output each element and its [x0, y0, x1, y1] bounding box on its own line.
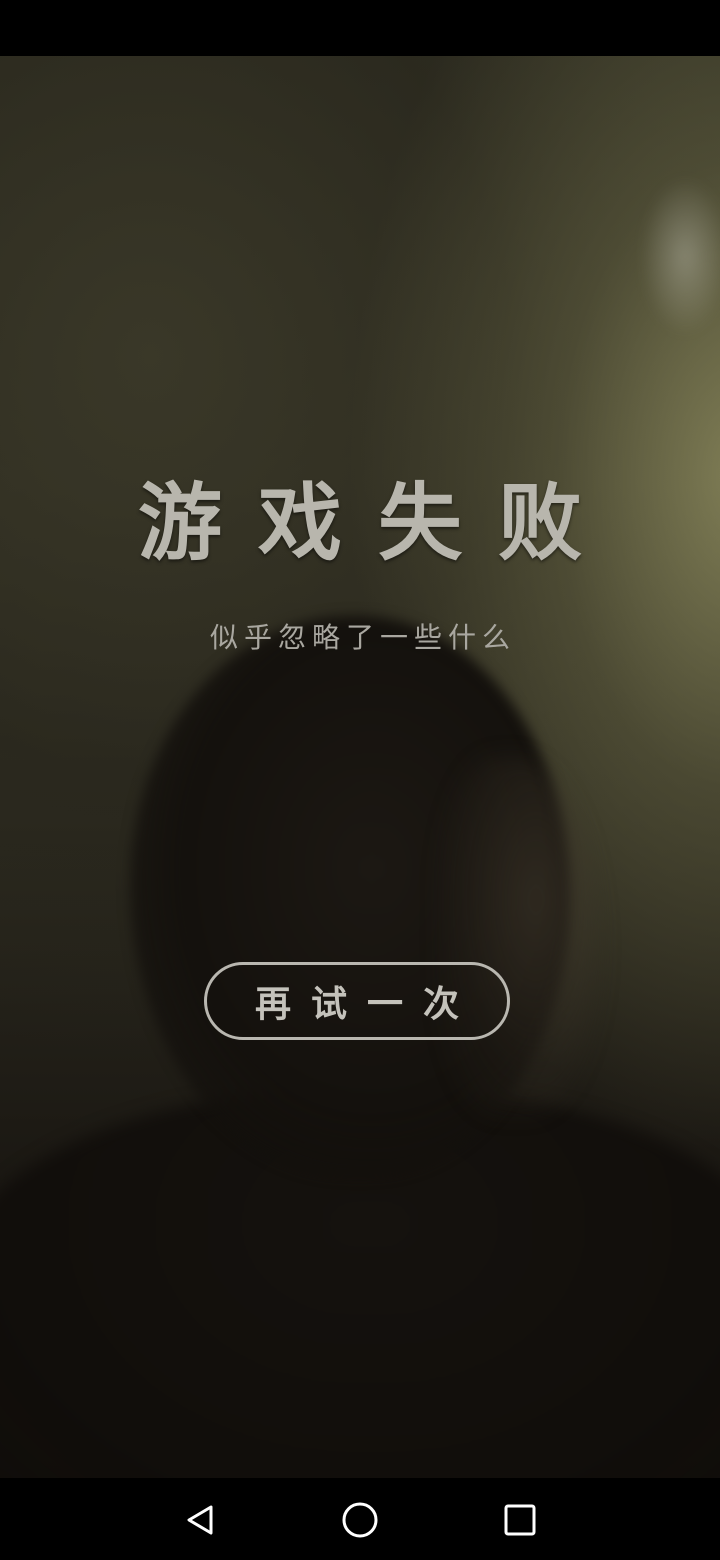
nav-back-button[interactable]: [174, 1494, 226, 1546]
nav-recent-button[interactable]: [494, 1494, 546, 1546]
game-over-subtitle: 似乎忽略了一些什么: [209, 621, 516, 654]
game-over-title: 游戏失败: [137, 474, 618, 572]
recent-apps-square-icon: [504, 1504, 536, 1536]
status-bar: [0, 0, 720, 56]
background-face-light: [440, 756, 600, 1116]
game-over-scene: [0, 56, 720, 1478]
nav-home-button[interactable]: [334, 1494, 386, 1546]
retry-button-label: 再试一次: [254, 984, 479, 1025]
system-nav-bar: [0, 1478, 720, 1560]
back-triangle-icon: [187, 1505, 213, 1535]
home-circle-icon: [342, 1502, 378, 1538]
background-smoke: [640, 176, 720, 336]
retry-button[interactable]: 再试一次: [204, 962, 510, 1040]
